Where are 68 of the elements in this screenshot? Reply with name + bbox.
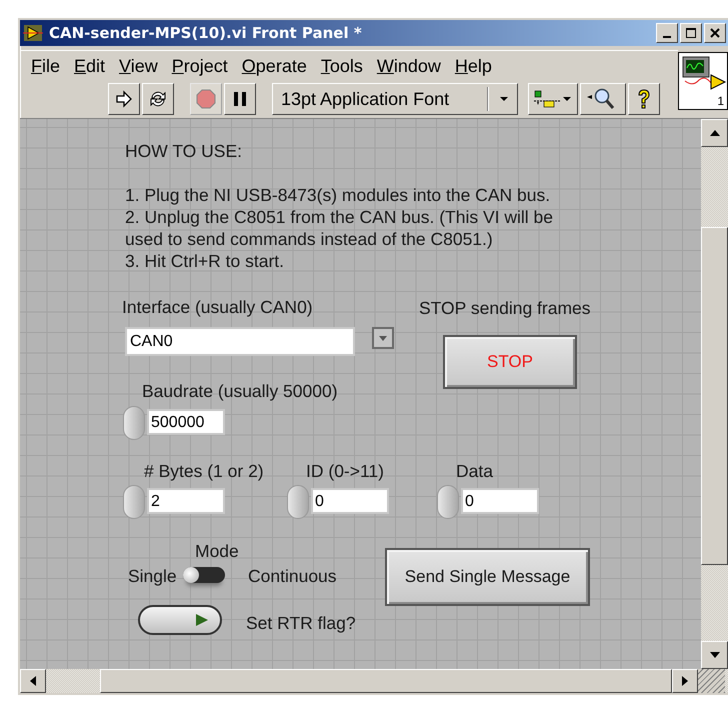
minimize-icon — [663, 36, 671, 38]
scroll-right-button[interactable] — [672, 669, 698, 693]
mode-toggle-switch[interactable] — [183, 567, 225, 583]
run-arrow-icon — [114, 89, 134, 109]
menu-item[interactable]: Project — [164, 55, 235, 80]
instruction-text: 1. Plug the NI USB-8473(s) modules into the CAN bus. — [125, 184, 552, 206]
align-objects-icon — [533, 89, 573, 109]
interface-field[interactable]: CAN0 — [125, 327, 355, 356]
control-label: Interface (usually CAN0) — [122, 297, 313, 318]
control-label: Baudrate (usually 50000) — [142, 381, 338, 402]
control-label: Data — [456, 461, 493, 482]
send-single-message-button[interactable]: Send Single Message — [385, 548, 590, 606]
toggle-off-label: Single — [128, 566, 177, 587]
numeric-field[interactable]: 0 — [311, 488, 389, 514]
vertical-scrollbar[interactable] — [701, 119, 728, 669]
rtr-toggle-button[interactable] — [138, 605, 222, 635]
menu-item[interactable]: File — [24, 55, 68, 80]
menu-item[interactable]: Edit — [67, 55, 112, 80]
menu-item[interactable]: Tools — [314, 55, 370, 80]
left-arrow-icon — [30, 676, 36, 686]
menu-item[interactable]: Help — [448, 55, 499, 80]
connector-number: 1 — [717, 94, 724, 108]
right-arrow-icon — [682, 676, 688, 686]
resize-grip[interactable] — [698, 669, 725, 693]
close-icon — [710, 28, 720, 38]
cycle-arrows-icon — [148, 89, 168, 109]
scroll-down-button[interactable] — [701, 641, 728, 669]
zoom-button[interactable] — [580, 83, 626, 115]
maximize-button[interactable] — [680, 23, 702, 43]
instruction-text: 2. Unplug the C8051 from the CAN bus. (This VI will be used to send commands instead of the C8051.) — [125, 206, 554, 250]
minimize-button[interactable] — [656, 23, 678, 43]
control-label: Mode — [195, 541, 239, 562]
instruction-text: 3. Hit Ctrl+R to start. — [125, 250, 285, 272]
control-label: ID (0->11) — [306, 461, 384, 482]
dropdown-arrow-icon — [378, 334, 388, 342]
align-button[interactable] — [528, 83, 578, 115]
toggle-on-label: Continuous — [248, 566, 337, 587]
control-label: Set RTR flag? — [246, 613, 356, 634]
scrollbar-thumb[interactable] — [701, 227, 728, 565]
menu-item[interactable]: View — [112, 55, 165, 80]
numeric-field[interactable]: 0 — [461, 488, 539, 514]
run-continuously-button[interactable] — [142, 83, 174, 115]
pause-button[interactable] — [224, 83, 256, 115]
maximize-icon — [685, 27, 697, 39]
window-title: CAN-sender-MPS(10).vi Front Panel * — [49, 24, 362, 42]
instruction-text: HOW TO USE: — [125, 140, 244, 162]
labview-icon — [23, 24, 43, 42]
help-button[interactable] — [628, 83, 660, 115]
down-arrow-icon — [710, 652, 720, 658]
horizontal-scrollbar[interactable] — [20, 669, 728, 693]
scroll-up-button[interactable] — [701, 119, 728, 147]
font-dropdown[interactable]: 13pt Application Font — [272, 83, 518, 115]
pause-icon — [233, 91, 247, 107]
scroll-left-button[interactable] — [20, 669, 46, 693]
dropdown-arrow-icon — [499, 96, 509, 102]
baudrate-field[interactable]: 500000 — [147, 409, 225, 435]
run-button[interactable] — [108, 83, 140, 115]
numeric-field[interactable]: 2 — [147, 488, 225, 514]
control-label: STOP sending frames — [419, 298, 591, 319]
triangle-indicator-icon — [194, 612, 210, 628]
control-label: # Bytes (1 or 2) — [144, 461, 264, 482]
menu-item[interactable]: Window — [370, 55, 448, 80]
scrollbar-thumb[interactable] — [100, 669, 672, 693]
stop-octagon-icon — [195, 88, 217, 110]
close-button[interactable] — [704, 23, 726, 43]
dropdown-button[interactable] — [372, 327, 394, 349]
up-arrow-icon — [710, 130, 720, 136]
menu-item[interactable]: Operate — [234, 55, 314, 80]
